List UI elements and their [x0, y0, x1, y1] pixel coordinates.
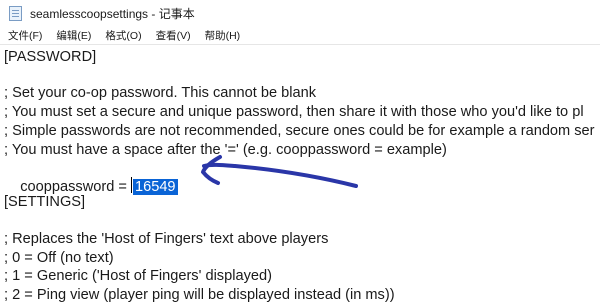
editor-line: ; You must set a secure and unique passw…: [4, 104, 584, 120]
selected-password-value[interactable]: 16549: [132, 179, 178, 195]
editor-line: ; 2 = Ping view (player ping will be dis…: [4, 287, 395, 303]
editor-line: ; Set your co-op password. This cannot b…: [4, 85, 317, 101]
text-caret: [130, 177, 132, 193]
editor-line: ; Replaces the 'Host of Fingers' text ab…: [4, 231, 329, 247]
window-title: seamlesscoopsettings - 记事本: [30, 6, 195, 21]
menu-help[interactable]: 帮助(H): [205, 28, 241, 43]
editor-line-password: cooppassword = 16549: [4, 157, 178, 195]
editor-line: [PASSWORD]: [4, 49, 97, 65]
menu-format[interactable]: 格式(O): [105, 28, 141, 43]
editor-line: ; 0 = Off (no text): [4, 250, 114, 266]
editor-line: ; Simple passwords are not recommended, …: [4, 123, 595, 139]
editor-line: ; 1 = Generic ('Host of Fingers' display…: [4, 268, 272, 284]
menu-file[interactable]: 文件(F): [8, 28, 42, 43]
editor-line: [SETTINGS]: [4, 194, 86, 210]
title-bar: seamlesscoopsettings - 记事本: [0, 0, 600, 26]
menu-edit[interactable]: 编辑(E): [56, 28, 91, 43]
menu-view[interactable]: 查看(V): [156, 28, 191, 43]
menu-bar: 文件(F) 编辑(E) 格式(O) 查看(V) 帮助(H): [0, 26, 600, 44]
text-editor[interactable]: [PASSWORD] ; Set your co-op password. Th…: [0, 44, 600, 304]
notepad-icon: [9, 5, 22, 21]
